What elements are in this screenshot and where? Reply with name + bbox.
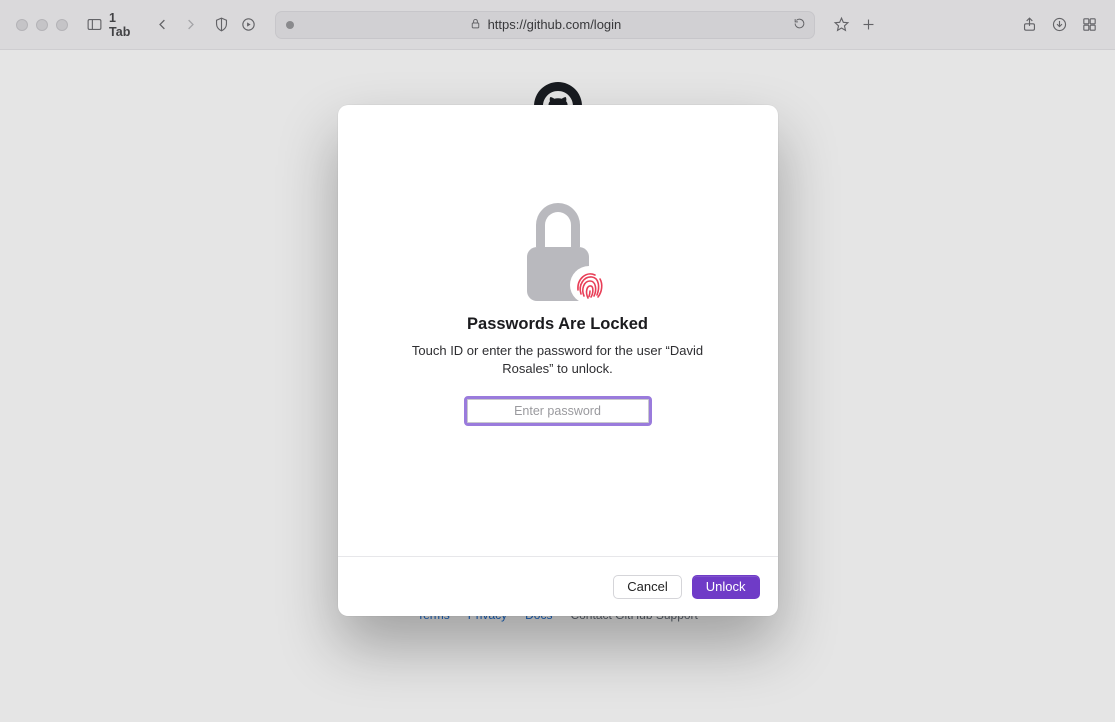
lock-with-fingerprint-icon: [521, 203, 595, 301]
cancel-button[interactable]: Cancel: [613, 575, 681, 599]
zoom-window-dot[interactable]: [56, 19, 68, 31]
autoplay-button[interactable]: [238, 12, 259, 38]
bookmark-star-button[interactable]: [831, 12, 852, 38]
share-button[interactable]: [1015, 12, 1043, 38]
touchid-fingerprint-icon: [569, 265, 609, 305]
close-window-dot[interactable]: [16, 19, 28, 31]
dialog-subtitle: Touch ID or enter the password for the u…: [398, 342, 718, 377]
privacy-report-button[interactable]: [211, 12, 232, 38]
dialog-title: Passwords Are Locked: [467, 315, 648, 334]
back-button[interactable]: [149, 12, 177, 38]
reload-button[interactable]: [793, 17, 806, 33]
address-bar[interactable]: https://github.com/login: [275, 11, 815, 39]
new-tab-button[interactable]: [858, 12, 879, 38]
minimize-window-dot[interactable]: [36, 19, 48, 31]
forward-button[interactable]: [177, 12, 205, 38]
dialog-footer: Cancel Unlock: [338, 556, 778, 616]
window-traffic-lights: [16, 19, 68, 31]
address-bar-url: https://github.com/login: [488, 17, 622, 32]
passwords-locked-dialog: Passwords Are Locked Touch ID or enter t…: [338, 105, 778, 616]
sidebar-toggle-button[interactable]: [84, 12, 105, 38]
downloads-button[interactable]: [1045, 12, 1073, 38]
browser-toolbar: 1 Tab https://github.com/login: [0, 0, 1115, 50]
lock-icon: [469, 17, 482, 33]
tab-count-label: 1 Tab: [109, 11, 133, 39]
site-settings-icon[interactable]: [286, 21, 294, 29]
unlock-button[interactable]: Unlock: [692, 575, 760, 599]
password-input[interactable]: [467, 399, 649, 423]
tab-overview-button[interactable]: [1075, 12, 1103, 38]
